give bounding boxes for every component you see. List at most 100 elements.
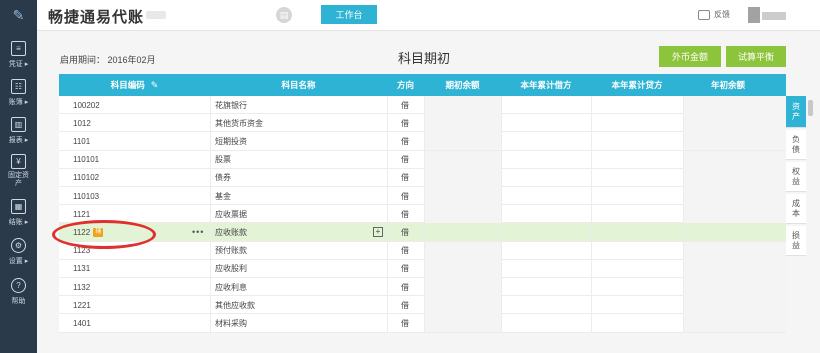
account-name: 应收票据 xyxy=(215,209,247,219)
table-row[interactable]: 1221 其他应收款 借 xyxy=(59,296,786,315)
column-header-year-start-balance[interactable]: 年初余额 xyxy=(683,74,773,96)
account-direction: 借 xyxy=(401,100,409,110)
table-row[interactable]: 100202 花旗银行 借 xyxy=(59,96,786,115)
sidebar: ≡ 凭证 ▸ ☷ 账簿 ▸ ▥ 报表 ▸ ¥ 固定资产 ▦ 结账 ▸ ⚙ 设置 … xyxy=(0,31,37,353)
trial-balance-button[interactable]: 试算平衡 xyxy=(726,46,786,67)
column-header-name[interactable]: 科目名称 xyxy=(210,74,387,96)
account-direction: 借 xyxy=(401,318,409,328)
sidebar-item-report[interactable]: ▥ 报表 ▸ xyxy=(0,113,37,149)
table-row[interactable]: 1131 应收股利 借 xyxy=(59,259,786,278)
sidebar-item-fixed-asset[interactable]: ¥ 固定资产 xyxy=(0,153,37,189)
feedback-label: 反馈 xyxy=(714,10,730,19)
tab-equity[interactable]: 权益 xyxy=(786,162,806,192)
sidebar-item-label: 结账 ▸ xyxy=(8,219,29,226)
page-title: 科目期初 xyxy=(398,51,451,66)
table-row-selected[interactable]: 1122 辅 ••• 应收账款 + 借 xyxy=(59,223,786,242)
account-direction: 借 xyxy=(401,191,409,201)
tab-profit-loss[interactable]: 损益 xyxy=(786,226,806,256)
tab-cost[interactable]: 成本 xyxy=(786,194,806,224)
account-direction: 借 xyxy=(401,155,409,165)
table-row[interactable]: 110103 基金 借 xyxy=(59,187,786,206)
tab-liabilities[interactable]: 负债 xyxy=(786,130,806,160)
sidebar-item-help[interactable]: ? 帮助 xyxy=(0,274,37,310)
account-direction: 借 xyxy=(401,209,409,219)
table-row[interactable]: 1012 其他货币资金 借 xyxy=(59,114,786,133)
table-row[interactable]: 110102 债券 借 xyxy=(59,168,786,187)
account-code: 1131 xyxy=(73,264,91,274)
table-row[interactable]: 1401 材料采购 借 xyxy=(59,314,786,333)
workbench-button[interactable]: 工作台 xyxy=(321,5,377,24)
auxiliary-badge[interactable]: 辅 xyxy=(93,227,104,237)
account-direction: 借 xyxy=(401,136,409,146)
tab-assets[interactable]: 资产 xyxy=(786,96,806,128)
table-row[interactable]: 1123 预付账款 借 xyxy=(59,241,786,260)
sidebar-item-label: 设置 ▸ xyxy=(8,258,29,265)
account-direction: 借 xyxy=(401,227,409,237)
account-code: 100202 xyxy=(73,100,100,110)
sidebar-item-label: 账簿 ▸ xyxy=(8,99,29,106)
account-code: 1012 xyxy=(73,118,91,128)
table-row[interactable]: 1101 短期投资 借 xyxy=(59,132,786,151)
voucher-icon: ≡ xyxy=(11,41,26,56)
account-name: 应收账款 xyxy=(215,227,247,237)
sidebar-item-voucher[interactable]: ≡ 凭证 ▸ xyxy=(0,37,37,73)
sidebar-item-settings[interactable]: ⚙ 设置 ▸ xyxy=(0,234,37,270)
column-header-code[interactable]: 科目编码 ✎ xyxy=(59,74,210,96)
column-header-ytd-credit[interactable]: 本年累计贷方 xyxy=(591,74,683,96)
account-name: 预付账款 xyxy=(215,246,247,256)
account-name: 债券 xyxy=(215,173,231,183)
sidebar-item-label: 凭证 ▸ xyxy=(8,61,29,68)
account-code: 1401 xyxy=(73,318,91,328)
period-value: 2016年02月 xyxy=(107,55,156,65)
table-row[interactable]: 1132 应收利息 借 xyxy=(59,278,786,297)
user-avatar[interactable] xyxy=(748,7,788,23)
account-name: 基金 xyxy=(215,191,231,201)
account-direction: 借 xyxy=(401,300,409,310)
fixed-asset-icon: ¥ xyxy=(11,154,26,170)
account-direction: 借 xyxy=(401,118,409,128)
feedback-icon xyxy=(698,9,710,20)
account-code: 1101 xyxy=(73,136,91,146)
sidebar-item-label: 帮助 xyxy=(11,298,26,305)
account-name: 短期投资 xyxy=(215,136,247,146)
account-name: 其他货币资金 xyxy=(215,118,263,128)
account-code: 1122 辅 xyxy=(73,227,104,237)
account-code: 1221 xyxy=(73,300,91,310)
table-header: 科目编码 ✎ 科目名称 方向 期初余额 本年累计借方 本年累计贷方 年初余额 xyxy=(59,74,786,96)
table-row[interactable]: 110101 股票 借 xyxy=(59,150,786,169)
app-title: 畅捷通易代账 xyxy=(48,9,145,26)
column-header-ytd-debit[interactable]: 本年累计借方 xyxy=(501,74,591,96)
feedback-link[interactable]: 反馈 xyxy=(698,9,730,20)
account-code: 1132 xyxy=(73,282,91,292)
period-info: 启用期间： 2016年02月 xyxy=(60,53,156,66)
more-options-icon[interactable]: ••• xyxy=(192,223,204,241)
account-code: 1121 xyxy=(73,209,91,219)
account-direction: 借 xyxy=(401,173,409,183)
table-row[interactable]: 1121 应收票据 借 xyxy=(59,205,786,224)
ledger-icon: ☷ xyxy=(11,79,26,94)
sidebar-item-label: 报表 ▸ xyxy=(8,137,29,144)
table-body: 100202 花旗银行 借 1012 其他货币资金 借 1101 短期投资 借 … xyxy=(59,96,786,333)
account-name: 应收股利 xyxy=(215,264,247,274)
top-bar: ✎ 畅捷通易代账 ▤ 工作台 反馈 xyxy=(0,0,820,31)
account-name: 其他应收款 xyxy=(215,300,255,310)
add-sub-account-icon[interactable]: + xyxy=(373,227,383,238)
column-header-direction[interactable]: 方向 xyxy=(387,74,424,96)
report-icon: ▥ xyxy=(11,117,26,132)
scrollbar-thumb[interactable] xyxy=(808,100,813,116)
account-name: 应收利息 xyxy=(215,282,247,292)
sidebar-item-label: 固定资产 xyxy=(8,172,29,187)
pencil-icon[interactable]: ✎ xyxy=(151,80,159,91)
account-name: 材料采购 xyxy=(215,318,247,328)
foreign-currency-button[interactable]: 外币金额 xyxy=(659,46,721,67)
closing-icon: ▦ xyxy=(11,199,26,214)
account-name: 股票 xyxy=(215,155,231,165)
period-label: 启用期间： xyxy=(60,55,106,65)
sidebar-item-closing[interactable]: ▦ 结账 ▸ xyxy=(0,195,37,231)
account-direction: 借 xyxy=(401,246,409,256)
blurred-company-name xyxy=(146,11,166,19)
brand-logo-icon[interactable]: ✎ xyxy=(0,0,37,31)
document-icon[interactable]: ▤ xyxy=(276,7,292,23)
sidebar-item-ledger[interactable]: ☷ 账簿 ▸ xyxy=(0,75,37,111)
column-header-opening-balance[interactable]: 期初余额 xyxy=(424,74,501,96)
